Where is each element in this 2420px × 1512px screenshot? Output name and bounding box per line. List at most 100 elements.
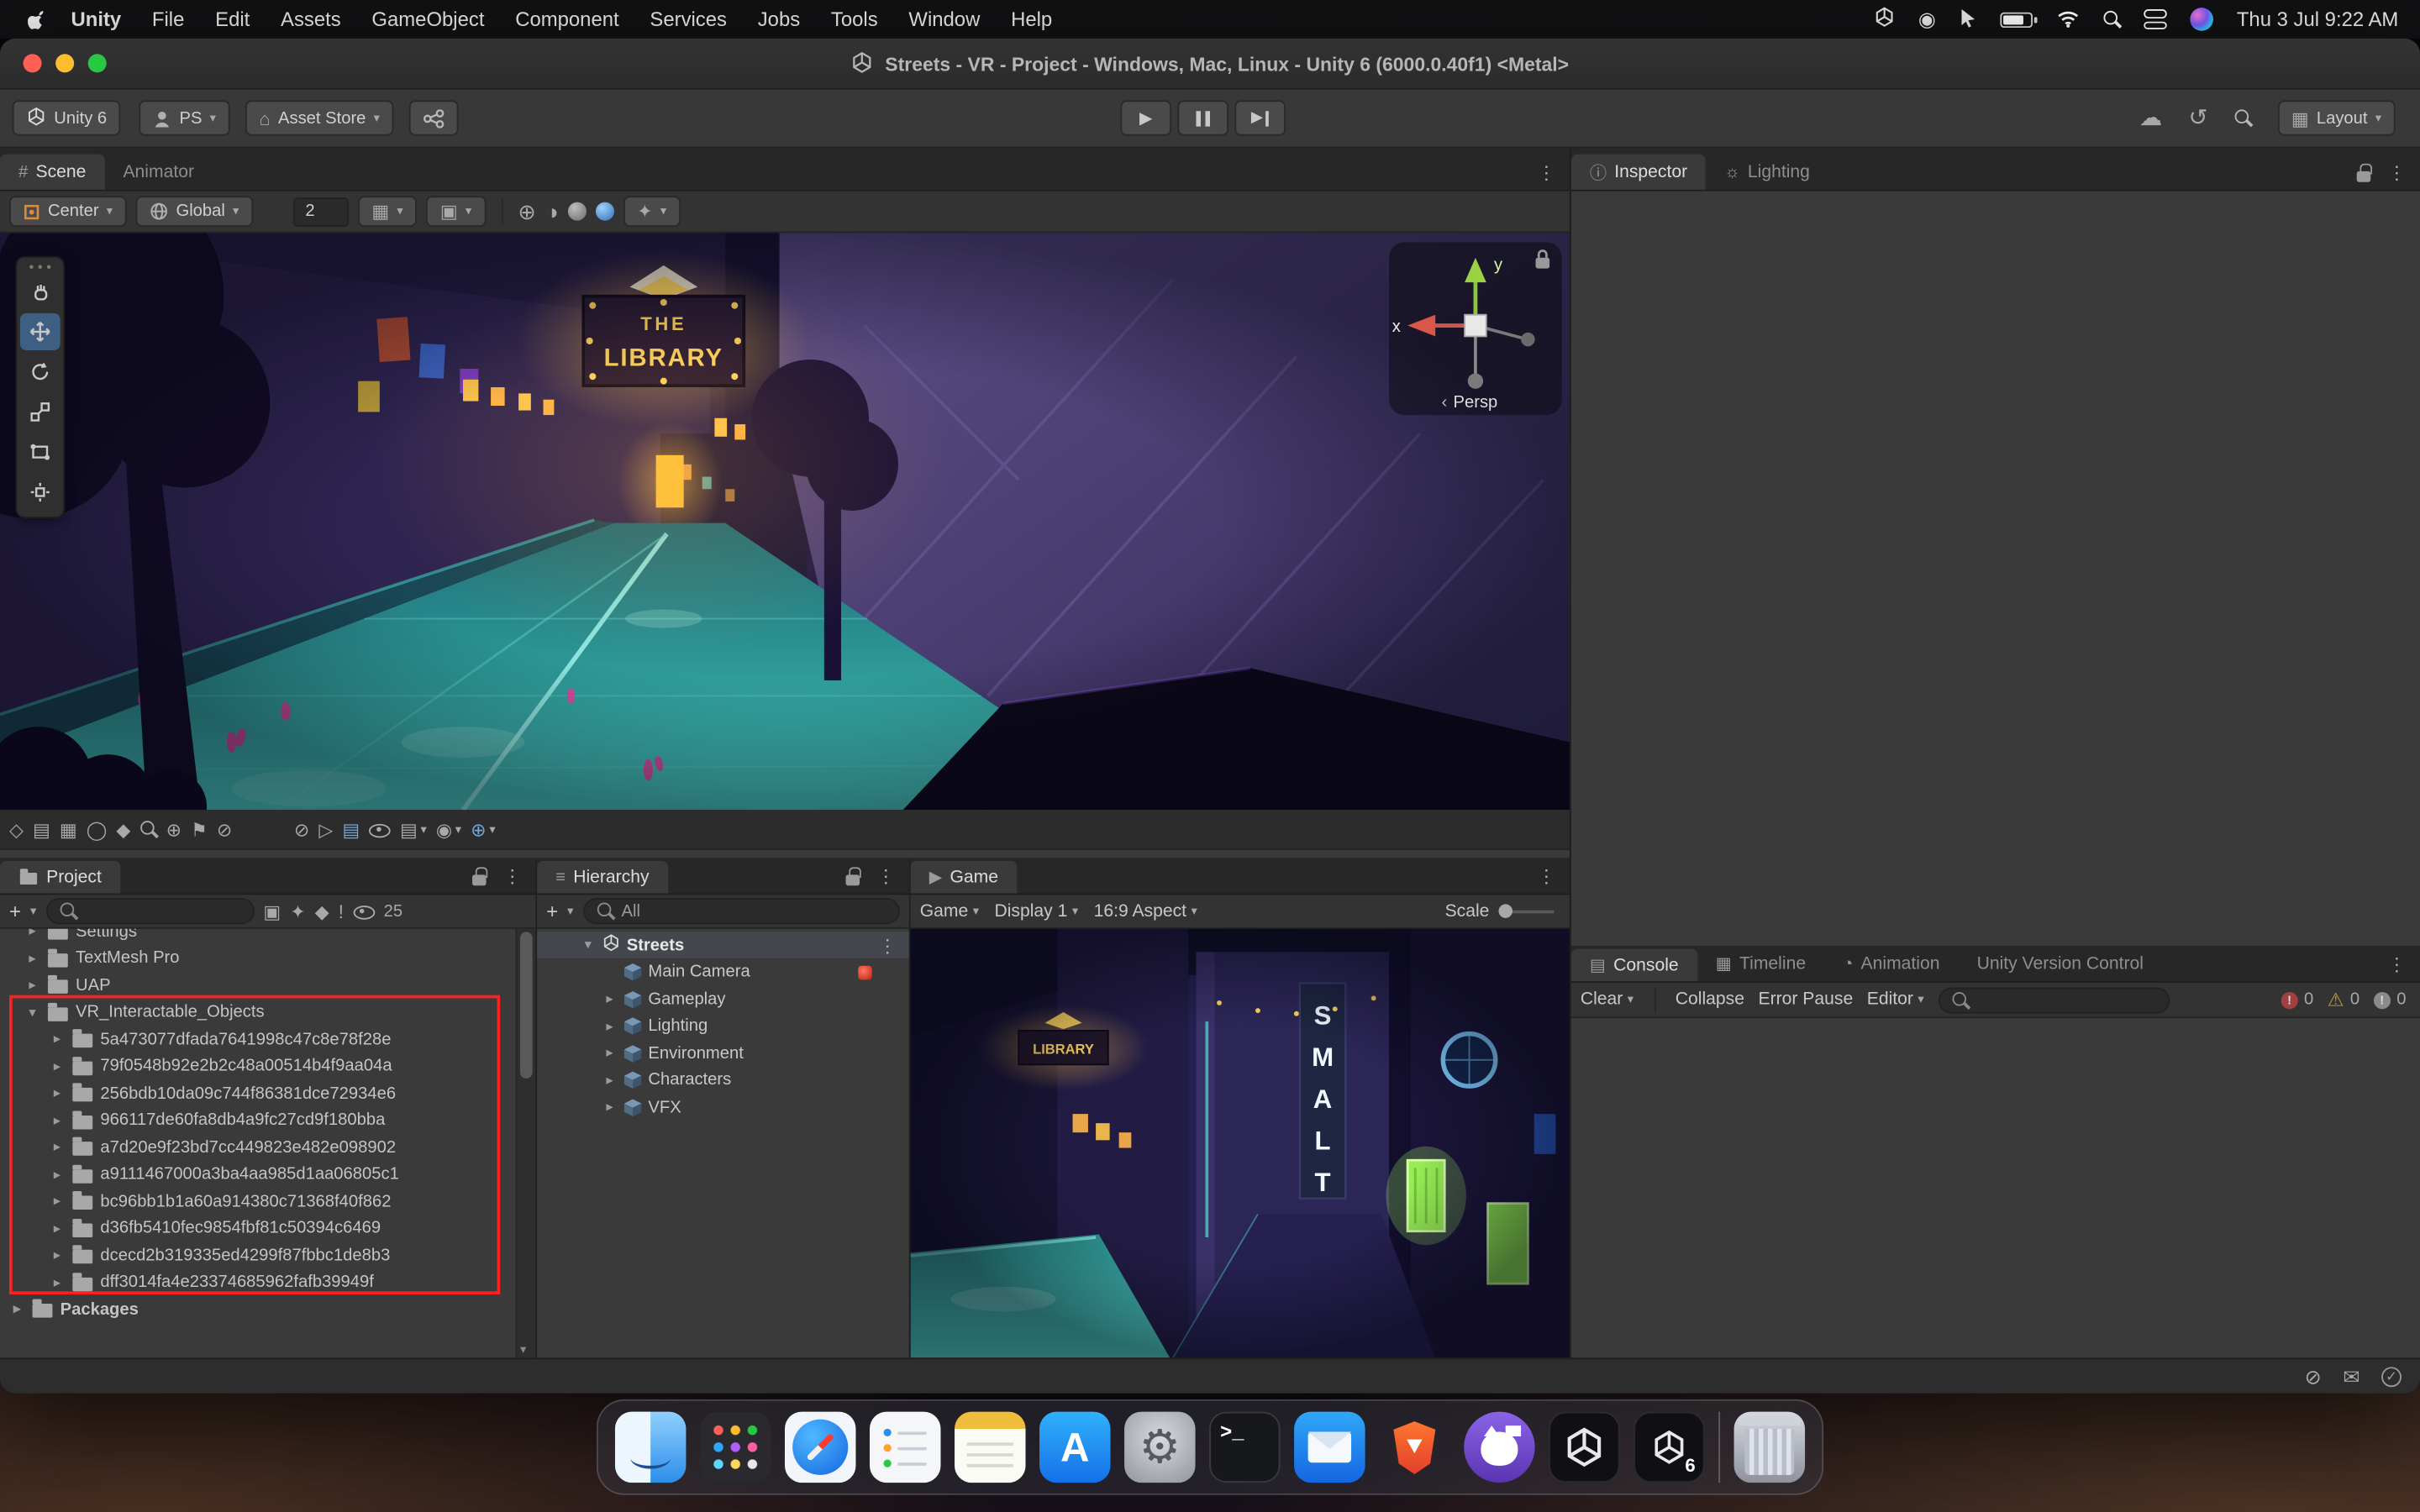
scene-3d-view[interactable]: THE LIBRARY	[0, 233, 1570, 810]
project-folder-row[interactable]: ▸dff3014fa4e23374685962fafb39949f	[50, 1269, 514, 1295]
tab-lighting[interactable]: ☼Lighting	[1706, 155, 1828, 190]
more-menu-icon[interactable]: ⋮	[2387, 162, 2406, 184]
menu-window[interactable]: Window	[893, 0, 996, 39]
hierarchy-row-environment[interactable]: ▸ Environment	[537, 1040, 909, 1066]
menu-file[interactable]: File	[137, 0, 200, 39]
compass-overlay-icon[interactable]: ⊘	[217, 820, 232, 838]
menu-unity[interactable]: Unity	[55, 0, 136, 39]
visibility-eye-icon[interactable]	[369, 822, 391, 837]
scale-slider[interactable]: Scale	[1445, 902, 1560, 921]
scene-orientation-gizmo[interactable]: y x ‹ Persp	[1386, 239, 1565, 437]
create-object-button[interactable]: +	[546, 900, 558, 923]
rect-tool-button[interactable]	[20, 433, 60, 470]
menu-tools[interactable]: Tools	[816, 0, 893, 39]
hierarchy-search-input[interactable]: All	[583, 898, 900, 924]
search-overlay-icon[interactable]	[139, 821, 156, 837]
dock-brave[interactable]	[1379, 1412, 1449, 1483]
unity-tray-icon[interactable]	[1874, 6, 1896, 32]
more-menu-icon[interactable]: ⋮	[1537, 865, 1555, 887]
tab-inspector[interactable]: ⓘInspector	[1571, 155, 1706, 190]
mute-audio-icon[interactable]: ⊘	[294, 820, 309, 838]
tab-game[interactable]: ▶Game	[911, 861, 1017, 894]
chevron-down-icon[interactable]: ▾	[567, 905, 573, 917]
unity-version-button[interactable]: Unity 6	[13, 100, 121, 135]
more-menu-icon[interactable]: ⋮	[503, 865, 522, 887]
collapse-toggle[interactable]: Collapse	[1676, 990, 1744, 1009]
hierarchy-row-main-camera[interactable]: Main Camera	[537, 959, 909, 985]
tab-animation[interactable]: ◔Animation	[1824, 946, 1958, 981]
grid-overlay-icon[interactable]: ▦	[60, 820, 77, 838]
menu-gameobject[interactable]: GameObject	[356, 0, 500, 39]
game-3d-view[interactable]: LIBRARY S M A L T	[911, 929, 1570, 1358]
shaded-mode-toggle[interactable]: ◑	[545, 201, 559, 223]
cloud-icon[interactable]: ☁	[2139, 107, 2163, 130]
dock-reminders[interactable]	[870, 1412, 940, 1483]
favorites-icon[interactable]: ✦	[290, 902, 305, 921]
menu-services[interactable]: Services	[634, 0, 742, 39]
dock-launchpad[interactable]	[700, 1412, 771, 1483]
asset-store-button[interactable]: ⌂ Asset Store▾	[245, 100, 394, 135]
aspect-dropdown[interactable]: 16:9 Aspect▾	[1094, 902, 1197, 921]
game-mode-dropdown[interactable]: Game▾	[920, 902, 979, 921]
pivot-mode-dropdown[interactable]: Center▾	[9, 196, 127, 227]
dock-trash[interactable]	[1734, 1412, 1805, 1483]
battery-icon[interactable]	[2001, 12, 2033, 27]
project-folder-row-vr-interactable-objects[interactable]: ▾VR_Interactable_Objects	[24, 999, 513, 1025]
hand-tool-button[interactable]	[20, 273, 60, 310]
siri-icon[interactable]	[2191, 8, 2214, 31]
project-scrollbar[interactable]: ▾	[515, 929, 535, 1358]
dock-system-settings[interactable]: ⚙	[1124, 1412, 1195, 1483]
tab-unity-version-control[interactable]: Unity Version Control	[1959, 946, 2163, 981]
dock-terminal[interactable]: >_	[1209, 1412, 1280, 1483]
warning-filter-toggle[interactable]: ⚠0	[2328, 989, 2360, 1011]
tab-project[interactable]: Project	[0, 861, 120, 894]
circle-overlay-icon[interactable]: ◯	[87, 820, 108, 838]
dock-safari[interactable]	[785, 1412, 855, 1483]
grid-size-field[interactable]: 2	[293, 197, 349, 226]
game-viewport[interactable]: LIBRARY S M A L T	[911, 929, 1570, 1358]
hierarchy-row-characters[interactable]: ▸ Characters	[537, 1067, 909, 1093]
apple-menu-icon[interactable]	[28, 8, 50, 30]
layout-dropdown[interactable]: ▦ Layout▾	[2277, 100, 2395, 135]
project-folder-row[interactable]: ▸d36fb5410fec9854fbf81c50394c6469	[50, 1215, 514, 1241]
dock-notes[interactable]	[955, 1412, 1025, 1483]
hierarchy-row-lighting[interactable]: ▸ Lighting	[537, 1013, 909, 1039]
project-folder-row[interactable]: ▸Settings	[24, 929, 513, 944]
audio-toggle-active[interactable]	[596, 202, 614, 221]
console-search-input[interactable]	[1938, 987, 2170, 1013]
tab-hierarchy[interactable]: ≡Hierarchy	[537, 861, 667, 894]
gizmo-collapse-icon[interactable]: ‹	[1442, 393, 1448, 412]
alert-icon[interactable]: !	[339, 902, 344, 921]
transform-tool-button[interactable]	[20, 474, 60, 511]
clear-button[interactable]: Clear▾	[1581, 990, 1634, 1009]
more-menu-icon[interactable]: ⋮	[876, 865, 895, 887]
menu-assets[interactable]: Assets	[266, 0, 356, 39]
project-folder-row[interactable]: ▸bc96bb1b1a60a914380c71368f40f862	[50, 1188, 514, 1214]
rotate-tool-button[interactable]	[20, 354, 60, 391]
project-list[interactable]: ▸Settings ▸TextMesh Pro ▸UAP ▾VR_Interac…	[0, 929, 535, 1358]
coord-space-dropdown[interactable]: Global▾	[136, 196, 253, 227]
menu-jobs[interactable]: Jobs	[742, 0, 815, 39]
lock-icon[interactable]	[846, 867, 861, 885]
search-icon[interactable]	[2234, 109, 2251, 126]
error-pause-toggle[interactable]: Error Pause	[1759, 990, 1854, 1009]
project-folder-row[interactable]: ▸dcecd2b319335ed4299f87fbbc1de8b3	[50, 1242, 514, 1268]
project-folder-row[interactable]: ▸966117de60fa8db4a9fc27cd9f180bba	[50, 1107, 514, 1133]
screen-recording-icon[interactable]: ◉	[1918, 7, 1936, 31]
project-folder-row[interactable]: ▸79f0548b92e2b2c48a00514b4f9aa04a	[50, 1053, 514, 1079]
spotlight-icon[interactable]	[2104, 11, 2121, 28]
flag-overlay-icon[interactable]: ⚑	[191, 820, 208, 838]
menu-bar-clock[interactable]: Thu 3 Jul 9:22 AM	[2237, 8, 2398, 31]
scene-options-icon[interactable]: ⋮	[878, 934, 897, 956]
message-filter-toggle[interactable]: !0	[2374, 990, 2411, 1009]
dock-unity-6[interactable]: 6	[1634, 1412, 1704, 1483]
error-filter-toggle[interactable]: !0	[2281, 990, 2313, 1009]
pan-overlay-icon[interactable]: ◇	[9, 820, 24, 838]
scene-viewport[interactable]: THE LIBRARY	[0, 233, 1570, 810]
status-ok-icon[interactable]: ✓	[2381, 1366, 2402, 1386]
tab-scene[interactable]: #Scene	[0, 155, 104, 190]
tab-animator[interactable]: Animator	[104, 155, 213, 190]
orientation-overlay-icon[interactable]: ▤	[33, 820, 50, 838]
display-dropdown[interactable]: Display 1▾	[994, 902, 1078, 921]
tab-console[interactable]: ▤Console	[1571, 949, 1697, 982]
